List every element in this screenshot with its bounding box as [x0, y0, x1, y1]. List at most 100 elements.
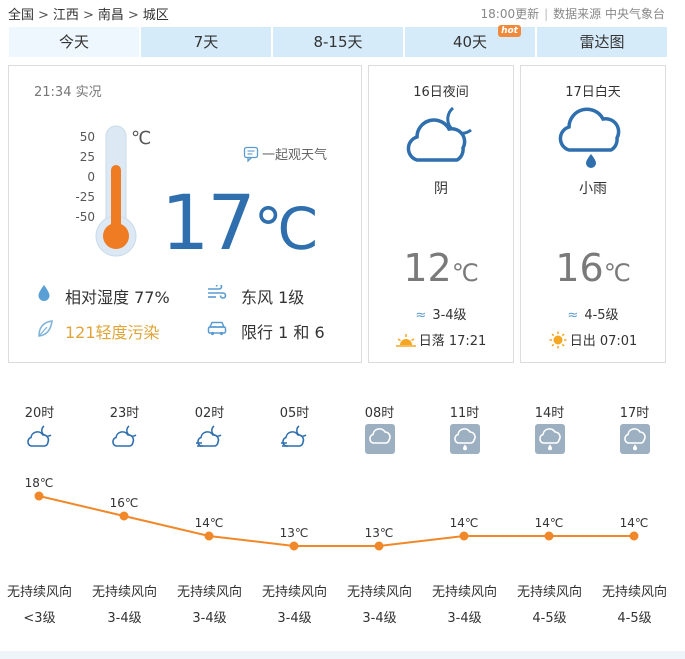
footer-strip	[0, 651, 685, 659]
sunrise-time: 日出 07:01	[569, 334, 638, 349]
hour-weather-icon	[592, 424, 677, 454]
hour-wind-direction: 无持续风向	[516, 585, 582, 600]
observation-time: 21:34 实况	[34, 85, 102, 100]
temperature-label: 18℃	[25, 476, 54, 490]
breadcrumb-separator: >	[82, 8, 94, 23]
sun-icon	[549, 331, 567, 349]
hour-wind-direction: 无持续风向	[431, 585, 497, 600]
forecast-tomorrow-panel: 17日白天 小雨 16℃ ≈4-5级 日出 07:01	[520, 65, 666, 363]
breadcrumb-city[interactable]: 南昌	[98, 4, 124, 23]
hour-wind-level: 3-4级	[277, 611, 312, 626]
temperature-point	[459, 531, 469, 541]
forecast-tonight-panel: 16日夜间 阴 12℃ ≈3-4级 日落 17:21	[368, 65, 514, 363]
hour-weather-icon	[82, 424, 167, 454]
hour-time: 05时	[279, 406, 310, 421]
hour-time: 08时	[364, 406, 395, 421]
forecast-wind: ≈3-4级	[369, 304, 513, 323]
temperature-point	[289, 541, 299, 551]
temperature-point	[374, 541, 384, 551]
sunset-time: 日落 17:21	[418, 334, 487, 349]
temperature-point	[34, 491, 44, 501]
cloudy-night-icon	[406, 106, 472, 162]
wind-icon	[208, 285, 227, 299]
tab-label: 8-15天	[313, 33, 363, 51]
cloudy-night-icon	[111, 425, 136, 447]
update-time: 18:00更新	[480, 7, 540, 21]
forecast-description: 阴	[434, 181, 448, 197]
hour-time: 20时	[24, 406, 55, 421]
hour-wind-direction: 无持续风向	[601, 585, 667, 600]
sunset-icon	[395, 334, 416, 347]
tab-label: 今天	[58, 33, 89, 51]
cloudy-night-wind-icon	[280, 425, 306, 447]
tab-label: 40天	[452, 33, 488, 51]
tab-8-15-days[interactable]: 8-15天	[273, 27, 403, 57]
breadcrumb-separator: >	[127, 8, 139, 23]
tab-label: 雷达图	[579, 33, 625, 51]
forecast-description: 小雨	[579, 181, 607, 197]
forecast-temperature: 16℃	[521, 246, 665, 290]
data-source: 18:00更新 | 数据来源 中央气象台	[480, 7, 665, 21]
tab-label: 7天	[193, 33, 219, 51]
hour-wind-level: 3-4级	[107, 611, 142, 626]
sunrise: 日出 07:01	[521, 330, 665, 349]
tab-40-days[interactable]: 40天 hot	[405, 25, 535, 57]
hour-weather-icon	[0, 424, 82, 454]
hour-wind-level: <3级	[23, 611, 56, 626]
temperature-label: 13℃	[280, 526, 309, 540]
temperature-value: 12	[403, 246, 452, 290]
breadcrumb: 全国 > 江西 > 南昌 > 城区	[8, 4, 169, 23]
current-temperature: 17℃	[161, 178, 319, 274]
breadcrumb-country[interactable]: 全国	[8, 4, 34, 23]
chat-bubble-icon	[243, 146, 259, 163]
sunset: 日落 17:21	[369, 330, 513, 349]
wind-level: 4-5级	[584, 308, 619, 323]
hour-wind-direction: 无持续风向	[91, 585, 157, 600]
hour-weather-icon	[507, 424, 592, 454]
humidity-label: 相对湿度	[65, 288, 130, 307]
hour-wind-level: 3-4级	[447, 611, 482, 626]
temperature-label: 16℃	[110, 496, 139, 510]
breadcrumb-district: 城区	[142, 8, 169, 23]
temperature-point	[204, 531, 214, 541]
overcast-icon	[364, 424, 395, 454]
scale-label: 50	[79, 130, 95, 144]
watch-weather-label: 一起观天气	[262, 148, 328, 163]
tab-7-days[interactable]: 7天	[141, 27, 271, 57]
watch-weather-link[interactable]: 一起观天气	[243, 144, 327, 163]
tab-radar[interactable]: 雷达图	[537, 27, 667, 57]
temperature-point	[629, 531, 639, 541]
cloudy-night-wind-icon	[195, 425, 221, 447]
temperature-point	[119, 511, 129, 521]
light-rain-icon	[619, 424, 650, 454]
tab-today[interactable]: 今天	[9, 27, 139, 57]
hour-weather-icon	[337, 424, 422, 454]
forecast-tabs: 今天 7天 8-15天 40天 hot 雷达图	[9, 25, 667, 57]
hour-wind-level: 3-4级	[362, 611, 397, 626]
car-icon	[207, 321, 227, 336]
breadcrumb-province[interactable]: 江西	[53, 4, 79, 23]
rain-icon	[558, 107, 621, 168]
wind: 东风 1级	[241, 288, 305, 307]
hour-time: 11时	[449, 406, 480, 421]
temperature-label: 13℃	[365, 526, 394, 540]
hour-time: 02时	[194, 406, 225, 421]
temperature-value: 16	[555, 246, 604, 290]
air-quality[interactable]: 121轻度污染	[65, 319, 160, 343]
thermometer-unit: ℃	[131, 128, 152, 149]
current-weather-panel: 21:34 实况 50 25 0 -25 -50 ℃ 一起观天气 17℃ 相对湿…	[8, 65, 362, 363]
hour-weather-icon	[422, 424, 507, 454]
temperature-unit: ℃	[253, 195, 319, 263]
temperature-unit: ℃	[451, 259, 479, 287]
humidity: 相对湿度 77%	[65, 284, 170, 308]
temperature-label: 14℃	[195, 516, 224, 530]
traffic-restriction: 限行 1 和 6	[241, 323, 325, 342]
hour-time: 23时	[109, 406, 140, 421]
temperature-label: 14℃	[450, 516, 479, 530]
forecast-title: 16日夜间	[413, 85, 469, 100]
breadcrumb-separator: >	[38, 8, 49, 23]
hour-weather-icon	[167, 424, 252, 454]
temperature-label: 14℃	[535, 516, 564, 530]
forecast-temperature: 12℃	[369, 246, 513, 290]
hour-time: 17时	[619, 406, 650, 421]
